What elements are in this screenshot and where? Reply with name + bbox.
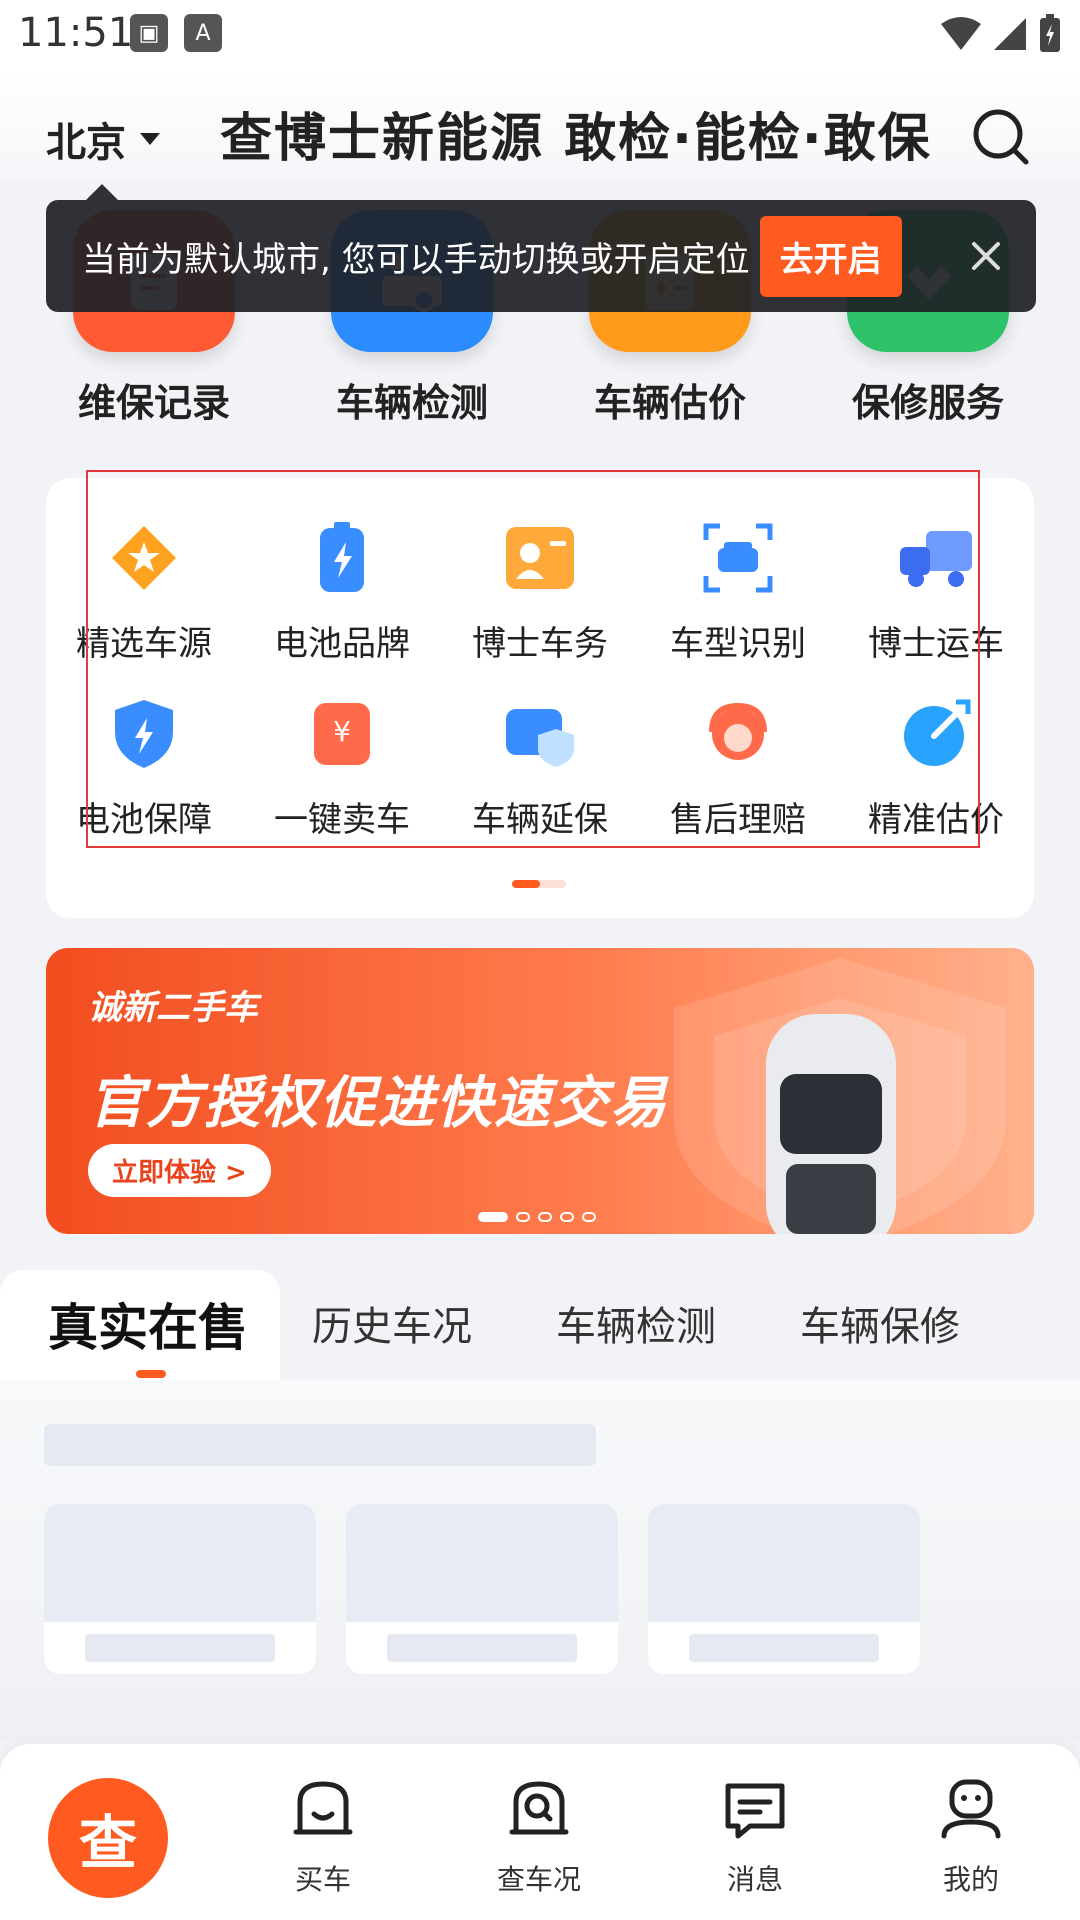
close-icon[interactable] xyxy=(966,236,1006,276)
brand-slogan: 查博士新能源 敢检·能检·敢保 xyxy=(220,109,932,169)
skeleton-card xyxy=(44,1504,316,1674)
content-tabs: 真实在售 历史车况 车辆检测 车辆保修 xyxy=(0,1270,1080,1380)
location-tooltip: 当前为默认城市, 您可以手动切换或开启定位 去开启 xyxy=(46,184,1036,312)
top-header: 北京 查博士新能源 敢检·能检·敢保 xyxy=(0,70,1080,180)
battery-status-icon xyxy=(1040,14,1060,52)
tab-warranty[interactable]: 车辆保修 xyxy=(800,1294,960,1352)
nav-profile[interactable]: 我的 xyxy=(896,1774,1046,1898)
nav-label: 消息 xyxy=(726,1863,783,1896)
banner-dot xyxy=(560,1212,574,1222)
tab-history[interactable]: 历史车况 xyxy=(312,1294,472,1352)
skeleton-card xyxy=(346,1504,618,1674)
banner-dot xyxy=(582,1212,596,1222)
car-image xyxy=(766,1014,896,1234)
nav-label: 买车 xyxy=(294,1863,351,1896)
car-icon xyxy=(293,1781,353,1835)
page-indicator-active xyxy=(512,880,540,888)
banner-dot xyxy=(516,1212,530,1222)
banner-page-indicator xyxy=(478,1212,596,1222)
message-icon xyxy=(725,1783,785,1839)
enable-location-button[interactable]: 去开启 xyxy=(759,215,902,297)
nav-check-condition[interactable]: 查车况 xyxy=(464,1774,614,1898)
status-bar: 11:51 ▣ A xyxy=(0,0,1080,70)
wifi-icon xyxy=(941,17,981,50)
banner-dot-active xyxy=(478,1212,508,1222)
quick-label: 车辆估价 xyxy=(593,381,746,425)
tab-on-sale[interactable]: 真实在售 xyxy=(48,1288,248,1360)
city-label: 北京 xyxy=(46,120,126,166)
try-now-button[interactable]: 立即体验 > xyxy=(88,1144,271,1197)
active-tab-indicator xyxy=(136,1370,166,1378)
skeleton-line xyxy=(44,1424,596,1466)
check-fab-button[interactable]: 查 xyxy=(48,1778,168,1898)
nav-label: 我的 xyxy=(942,1863,999,1896)
nav-buy-car[interactable]: 买车 xyxy=(248,1774,398,1898)
tab-content-skeleton xyxy=(0,1380,1080,1740)
banner-dot xyxy=(538,1212,552,1222)
bottom-navigation: 查 买车 查车况 消息 我的 xyxy=(0,1744,1080,1920)
app-notification-icon: A xyxy=(184,14,222,52)
banner-title: 官方授权促进快速交易 xyxy=(88,1071,668,1136)
gallery-notification-icon: ▣ xyxy=(130,14,168,52)
quick-label: 车辆检测 xyxy=(335,381,488,425)
quick-label: 保修服务 xyxy=(851,381,1004,425)
tooltip-text: 当前为默认城市, 您可以手动切换或开启定位 xyxy=(82,239,750,280)
signal-icon xyxy=(994,18,1026,50)
car-search-icon xyxy=(509,1781,569,1835)
nav-label: 查车况 xyxy=(496,1863,581,1896)
user-icon xyxy=(941,1779,1001,1839)
highlight-box xyxy=(86,470,980,848)
banner-logo: 诚新二手车 xyxy=(88,988,258,1028)
quick-label: 维保记录 xyxy=(77,381,230,425)
city-selector[interactable]: 北京 xyxy=(46,110,160,168)
services-page-indicator xyxy=(512,880,566,888)
clock: 11:51 xyxy=(18,10,134,56)
tab-inspection[interactable]: 车辆检测 xyxy=(556,1294,716,1352)
search-icon[interactable] xyxy=(972,108,1030,166)
caret-down-icon xyxy=(140,133,160,145)
skeleton-card xyxy=(648,1504,920,1674)
promo-banner[interactable]: 诚新二手车 官方授权促进快速交易 立即体验 > xyxy=(46,948,1034,1234)
nav-messages[interactable]: 消息 xyxy=(680,1774,830,1898)
